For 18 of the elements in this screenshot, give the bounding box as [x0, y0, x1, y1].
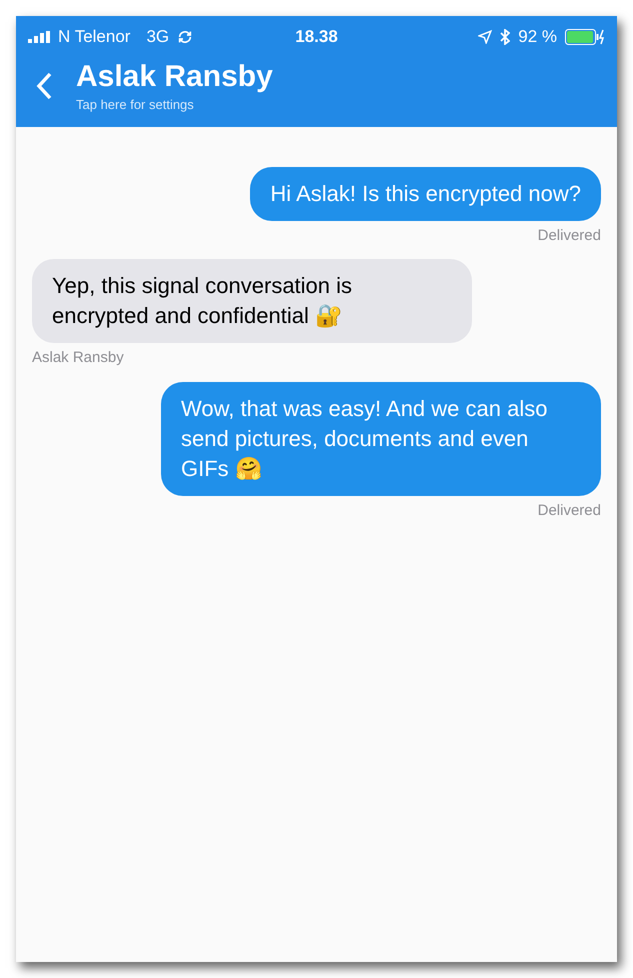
battery-percentage: 92 % — [518, 26, 558, 48]
sender-name: Aslak Ransby — [32, 348, 124, 368]
clock-time: 18.38 — [295, 26, 338, 48]
contact-name[interactable]: Aslak Ransby — [76, 58, 273, 95]
signal-icon — [28, 30, 50, 43]
message-bubble: Wow, that was easy! And we can also send pictures, documents and even GIFs 🤗 — [161, 382, 601, 496]
carrier-name: N Telenor — [58, 26, 130, 48]
message-bubble: Hi Aslak! Is this encrypted now? — [250, 166, 601, 220]
chevron-left-icon — [36, 72, 52, 100]
message-bubble: Yep, this signal conversation is encrypted and confidential 🔐 — [32, 259, 472, 343]
battery-charging-icon — [565, 28, 606, 45]
delivery-status: Delivered — [538, 226, 601, 246]
sync-icon — [177, 28, 194, 45]
location-arrow-icon — [478, 30, 492, 44]
settings-hint[interactable]: Tap here for settings — [76, 95, 273, 114]
bluetooth-icon — [500, 28, 510, 45]
network-type: 3G — [146, 26, 170, 48]
delivery-status: Delivered — [538, 500, 601, 520]
